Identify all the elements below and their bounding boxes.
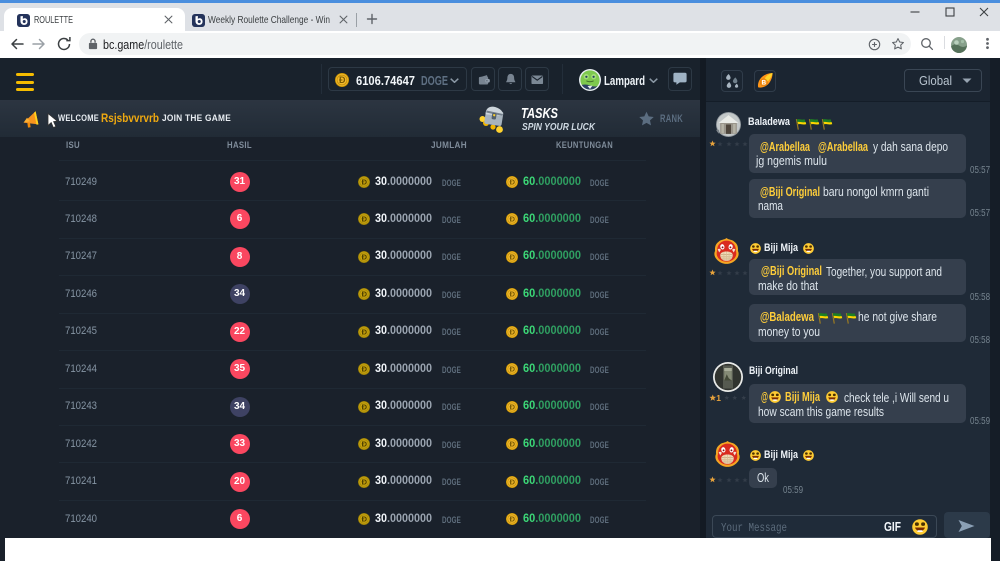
svg-text:Ð: Ð bbox=[509, 290, 515, 299]
svg-text:Ð: Ð bbox=[361, 215, 367, 224]
svg-text:Ð: Ð bbox=[361, 402, 367, 411]
svg-text:Ð: Ð bbox=[361, 477, 367, 486]
svg-text:Ð: Ð bbox=[361, 440, 367, 449]
svg-text:Ð: Ð bbox=[361, 253, 367, 262]
svg-text:Ð: Ð bbox=[509, 253, 515, 262]
svg-text:Ð: Ð bbox=[509, 328, 515, 337]
svg-text:Ð: Ð bbox=[509, 365, 515, 374]
svg-text:Ð: Ð bbox=[509, 215, 515, 224]
svg-text:B: B bbox=[762, 79, 767, 86]
svg-text:Ð: Ð bbox=[509, 402, 515, 411]
svg-text:Ð: Ð bbox=[361, 515, 367, 524]
svg-text:Ð: Ð bbox=[509, 515, 515, 524]
svg-text:Ð: Ð bbox=[509, 440, 515, 449]
svg-text:Ð: Ð bbox=[361, 290, 367, 299]
svg-text:Ð: Ð bbox=[361, 328, 367, 337]
svg-text:Ð: Ð bbox=[509, 477, 515, 486]
svg-text:Ð: Ð bbox=[509, 178, 515, 187]
svg-text:Ð: Ð bbox=[361, 365, 367, 374]
svg-text:Ð: Ð bbox=[361, 178, 367, 187]
svg-text:Ð: Ð bbox=[339, 75, 346, 85]
